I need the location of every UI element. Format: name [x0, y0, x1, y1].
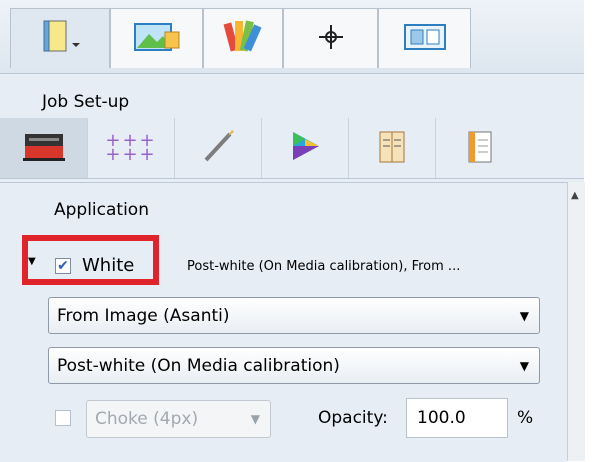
choke-checkbox[interactable] — [55, 410, 71, 426]
tab-book[interactable] — [10, 8, 110, 68]
chevron-down-icon: ▼ — [250, 412, 260, 426]
subtab-document[interactable] — [435, 118, 522, 178]
white-mode-select[interactable]: Post-white (On Media calibration) ▼ — [48, 347, 540, 384]
top-tab-bar — [0, 0, 584, 74]
tab-layout[interactable] — [378, 8, 471, 68]
subtab-brush[interactable] — [174, 118, 261, 178]
opacity-unit: % — [517, 408, 534, 428]
white-source-select[interactable]: From Image (Asanti) ▼ — [48, 297, 540, 334]
tab-image[interactable] — [110, 8, 203, 68]
opacity-value: 100.0 — [417, 408, 466, 428]
application-label: Application — [54, 200, 149, 220]
tab-crosshair[interactable] — [283, 8, 378, 68]
sub-tab-bar: +++ +++ — [0, 118, 584, 179]
color-triangle-icon — [285, 126, 325, 170]
vertical-scrollbar[interactable]: ▲ — [567, 182, 585, 461]
white-summary: Post-white (On Media calibration), From … — [187, 259, 461, 274]
color-swatches-icon — [221, 15, 265, 63]
subtab-printer[interactable] — [0, 118, 87, 178]
chevron-down-icon: ▼ — [519, 309, 529, 323]
layout-icon — [401, 21, 449, 57]
subtab-grid[interactable]: +++ +++ — [87, 118, 174, 178]
white-mode-value: Post-white (On Media calibration) — [57, 355, 340, 376]
opacity-input[interactable]: 100.0 — [406, 398, 508, 438]
section-title: Job Set-up — [42, 92, 130, 112]
grid-dots-icon: +++ +++ — [105, 130, 157, 165]
white-source-value: From Image (Asanti) — [57, 305, 230, 326]
brush-icon — [198, 126, 238, 170]
crosshair-icon — [316, 22, 346, 56]
choke-select[interactable]: Choke (4px) ▼ — [86, 400, 271, 438]
opacity-label: Opacity: — [318, 408, 388, 428]
book-icon — [36, 17, 84, 61]
tab-color-swatches[interactable] — [203, 8, 283, 68]
subtab-color[interactable] — [261, 118, 348, 178]
subtab-notebook[interactable] — [348, 118, 435, 178]
scroll-up-icon[interactable]: ▲ — [571, 190, 579, 201]
chevron-down-icon: ▼ — [519, 359, 529, 373]
image-icon — [131, 18, 183, 60]
notebook-icon — [372, 126, 412, 170]
document-icon — [459, 126, 499, 170]
highlight-box — [22, 235, 159, 285]
choke-value: Choke (4px) — [95, 409, 199, 429]
printer-icon — [19, 126, 69, 170]
job-setup-panel: Job Set-up +++ +++ ▲ Application ▼ ✔ Whi… — [0, 0, 585, 462]
